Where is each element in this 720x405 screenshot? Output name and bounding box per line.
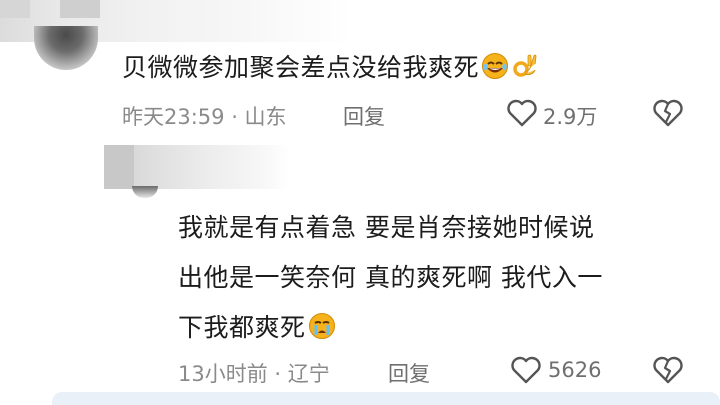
broken-heart-icon (653, 356, 683, 384)
comment-input-panel[interactable] (52, 392, 720, 405)
broken-heart-icon (653, 99, 683, 127)
redacted-block (0, 0, 30, 18)
comment-meta: 昨天23:59 · 山东 (122, 105, 287, 129)
comment-text-line: 出他是一笑奈何 真的爽死啊 我代入一 (178, 263, 603, 292)
comment-text: 贝微微参加聚会差点没给我爽死 (122, 48, 539, 84)
like-count: 2.9万 (543, 105, 598, 129)
comment-text-line: 我就是有点着急 要是肖奈接她时候说 (178, 213, 595, 242)
dislike-button[interactable] (651, 96, 685, 130)
heart-outline-icon (507, 99, 537, 127)
like-button[interactable] (509, 353, 543, 387)
like-count: 5626 (548, 358, 602, 382)
ok-hand-emoji (511, 52, 539, 80)
comment-text-line: 下我都爽死 (178, 308, 336, 344)
reply-button[interactable]: 回复 (343, 101, 385, 131)
redacted-block (104, 145, 134, 189)
heart-outline-icon (511, 356, 541, 384)
avatar[interactable] (34, 26, 98, 70)
avatar[interactable] (132, 186, 158, 198)
comment-meta: 13小时前 · 辽宁 (178, 362, 330, 386)
reply-button[interactable]: 回复 (388, 358, 430, 388)
dislike-button[interactable] (651, 353, 685, 387)
like-button[interactable] (505, 96, 539, 130)
crying-emoji (308, 312, 336, 340)
rolling-laugh-emoji (481, 52, 509, 80)
redacted-block (60, 0, 100, 18)
